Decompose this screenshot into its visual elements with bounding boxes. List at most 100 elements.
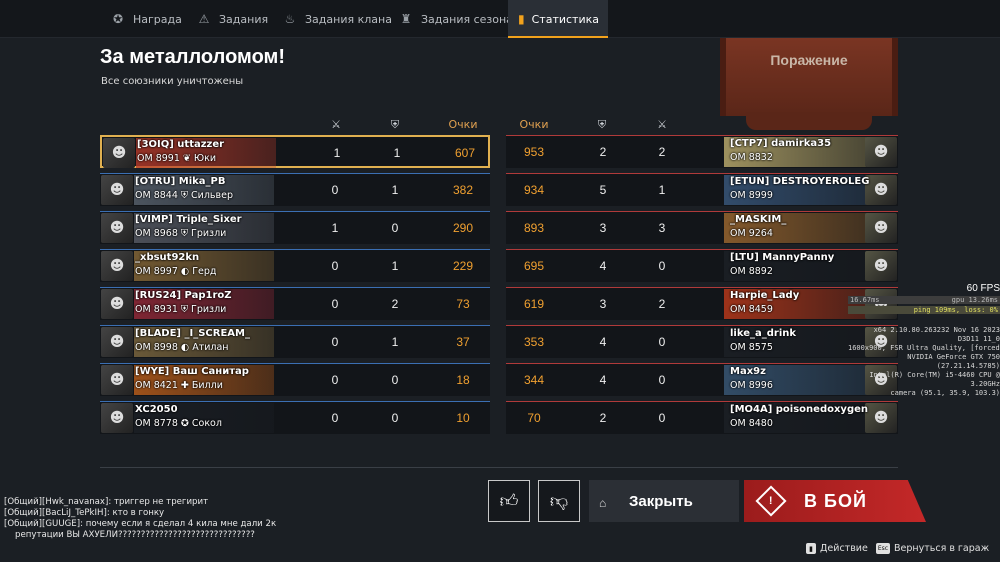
score-value: 953	[523, 145, 545, 159]
battle-subtitle: Все союзники уничтожены	[101, 76, 244, 87]
close-button[interactable]: ⌂ Закрыть	[589, 480, 739, 522]
player-name: [BLADE] _I_SCREAM_	[135, 328, 250, 339]
player-name: _xbsut92kn	[135, 252, 200, 263]
enemy-row[interactable]: ☻ Max9z ОМ 8996 344 4 0	[506, 363, 898, 396]
kills-value: 2	[599, 411, 607, 425]
score-value: 229	[452, 259, 474, 273]
score-value: 382	[452, 183, 474, 197]
alert-diamond-icon: !	[755, 485, 787, 517]
enemy-row[interactable]: ☻ like_a_drink ОМ 8575 353 4 0	[506, 325, 898, 358]
flame-icon: ♨	[284, 12, 296, 26]
close-label: Закрыть	[629, 492, 693, 510]
performance-overlay: 60 FPS 16.67ms gpu 13.26ms ping 109ms, l…	[848, 284, 1000, 398]
player-name: [OTRU] Mika_PB	[135, 176, 226, 187]
tab-label: Задания клана	[305, 12, 392, 26]
shield-icon: ⛨	[597, 118, 607, 131]
defeat-banner: Поражение	[720, 38, 898, 130]
kills-icon: ⚔	[331, 118, 341, 131]
mode-info: 1600x900, FSR Ultra Quality, [forced] bo…	[848, 344, 1000, 352]
ally-score-header: Очки	[448, 118, 478, 131]
divider	[100, 467, 898, 468]
tab-label: Задания	[219, 12, 269, 26]
shield-icon: ⛨	[390, 118, 400, 131]
garage-hint[interactable]: Esc Вернуться в гараж	[876, 543, 989, 554]
player-name: like_a_drink	[730, 328, 797, 339]
battle-button[interactable]: ! В БОЙ	[744, 480, 926, 522]
ally-row[interactable]: ☻ [3OIQ] uttazzer ОМ 8991 ❦ Юки 1 1 607	[100, 135, 490, 168]
ally-row[interactable]: ☻ [BLADE] _I_SCREAM_ ОМ 8998 ◐ Атилан 0 1 37	[100, 325, 490, 358]
player-name: Max9z	[730, 366, 766, 377]
ally-row[interactable]: ☻ [OTRU] Mika_PB ОМ 8844 ⛨ Сильвер 0 1 382	[100, 173, 490, 206]
enemy-row[interactable]: ☻ [MO4A] poisonedoxygen ОМ 8480 70 2 0	[506, 401, 898, 434]
battle-title: За металлоломом!	[100, 46, 285, 68]
kills-value: 1	[331, 221, 339, 235]
assists-value: 0	[658, 411, 666, 425]
player-rating: ОМ 8931 ⛨ Гризли	[135, 304, 227, 315]
like-button[interactable]: 👍︎	[488, 480, 530, 522]
assists-value: 2	[391, 297, 399, 311]
kills-value: 4	[599, 373, 607, 387]
kills-value: 5	[599, 183, 607, 197]
score-value: 607	[454, 146, 476, 160]
score-value: 37	[456, 335, 470, 349]
top-tab-bar: ✪ Награда ⚠ Задания ♨ Задания клана ♜ За…	[0, 0, 1000, 38]
player-rating: ОМ 8575	[730, 342, 773, 353]
dislike-button[interactable]: 👎︎	[538, 480, 580, 522]
ally-row[interactable]: ☻ _xbsut92kn ОМ 8997 ◐ Герд 0 1 229	[100, 249, 490, 282]
assists-value: 1	[391, 183, 399, 197]
kills-value: 0	[331, 183, 339, 197]
player-rating: ОМ 8991 ❦ Юки	[137, 153, 217, 164]
chat-message: [Общий][BacLiJ_TePkIH]: кто в гонку	[4, 508, 165, 518]
ally-row[interactable]: ☻ [VIMP] Triple_Sixer ОМ 8968 ⛨ Гризли 1 0 29…	[100, 211, 490, 244]
player-avatar: ☻	[101, 327, 133, 357]
enemy-row[interactable]: ☻ [LTU] MannyPanny ОМ 8892 695 4 0	[506, 249, 898, 282]
assists-value: 0	[391, 411, 399, 425]
kills-value: 0	[331, 411, 339, 425]
player-name: [LTU] MannyPanny	[730, 252, 835, 263]
ally-row[interactable]: ☻ [WYE] Ваш Санитар ОМ 8421 ✚ Билли 0 0 18	[100, 363, 490, 396]
tab-reward[interactable]: ✪ Награда	[100, 0, 192, 38]
ally-row[interactable]: ☻ XC2050 ОМ 8778 ✪ Сокол 0 0 10	[100, 401, 490, 434]
score-value: 619	[523, 297, 545, 311]
player-name: _MASKIM_	[730, 214, 787, 225]
player-rating: ОМ 8996	[730, 380, 773, 391]
enemy-row[interactable]: ☻ [ETUN] DESTROYEROLEG ОМ 8999 934 5 1	[506, 173, 898, 206]
garage-hint-label: Вернуться в гараж	[894, 543, 990, 554]
kills-value: 0	[331, 335, 339, 349]
fps-counter: 60 FPS	[966, 283, 1000, 294]
score-value: 893	[523, 221, 545, 235]
chat-message: [Общий][Hwk_navanax]: триггер не трегири…	[4, 497, 209, 507]
garage-icon: ⌂	[599, 496, 607, 510]
camera-info: camera (95.1, 35.9, 103.3)	[890, 389, 1000, 397]
chat-message: [Общий][GUUGE]: почему если я сделал 4 к…	[4, 519, 277, 529]
assists-value: 0	[658, 335, 666, 349]
player-avatar: ☻	[865, 251, 897, 281]
player-rating: ОМ 9264	[730, 228, 773, 239]
tab-clan-tasks[interactable]: ♨ Задания клана	[272, 0, 402, 38]
player-rating: ОМ 8999	[730, 190, 773, 201]
tab-statistics[interactable]: ▮ Статистика	[508, 0, 608, 38]
player-name: [CTP7] damirka35	[730, 138, 832, 149]
api-info: D3D11 11_0	[957, 335, 1000, 343]
ally-row[interactable]: ☻ [RUS24] Pap1roZ ОМ 8931 ⛨ Гризли 0 2 73	[100, 287, 490, 320]
enemy-row[interactable]: ☻ Harpie_Lady ОМ 8459 619 3 2	[506, 287, 898, 320]
player-rating: ОМ 8480	[730, 418, 773, 429]
player-rating: ОМ 8832	[730, 152, 773, 163]
tab-label: Статистика	[531, 12, 599, 26]
player-name: [MO4A] poisonedoxygen	[730, 404, 869, 415]
net-bar: ping 109ms, loss: 0%	[848, 306, 1000, 314]
player-name: [ETUN] DESTROYEROLEG	[730, 176, 870, 187]
score-value: 344	[523, 373, 545, 387]
player-name: [VIMP] Triple_Sixer	[135, 214, 242, 225]
assists-value: 1	[393, 146, 401, 160]
tab-tasks[interactable]: ⚠ Задания	[186, 0, 278, 38]
score-value: 73	[456, 297, 470, 311]
kills-value: 1	[333, 146, 341, 160]
tab-season-tasks[interactable]: ♜ Задания сезона	[388, 0, 523, 38]
enemy-row[interactable]: ☻ _MASKIM_ ОМ 9264 893 3 3	[506, 211, 898, 244]
enemy-row[interactable]: ☻ [CTP7] damirka35 ОМ 8832 953 2 2	[506, 135, 898, 168]
battle-label: В БОЙ	[804, 490, 867, 511]
action-hint[interactable]: ▮ Действие	[806, 543, 868, 554]
player-rating: ОМ 8844 ⛨ Сильвер	[135, 190, 233, 201]
tab-label: Задания сезона	[421, 12, 513, 26]
